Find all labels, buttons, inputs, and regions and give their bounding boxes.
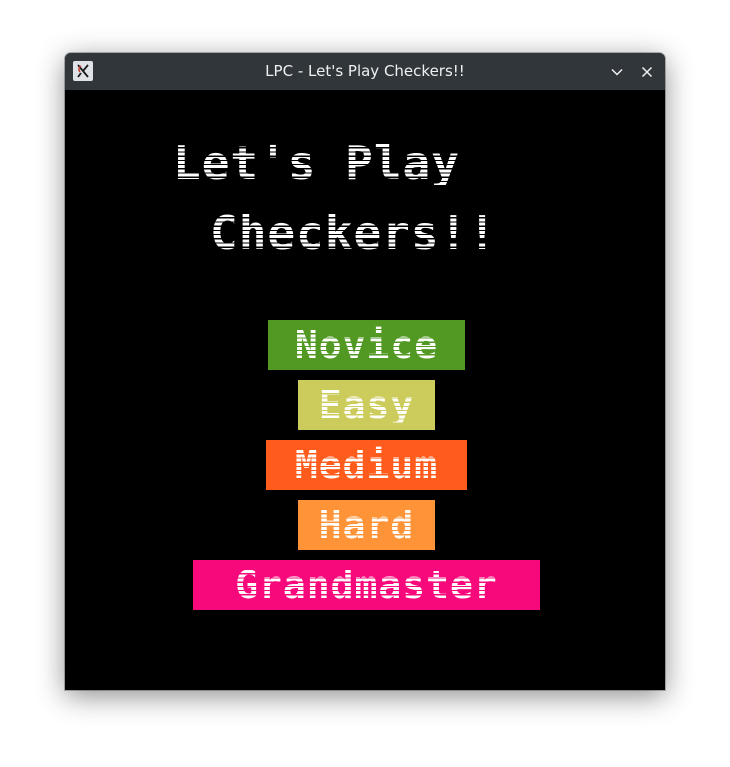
novice-label: Novice [294, 323, 439, 367]
grandmaster-button[interactable]: Grandmaster [193, 560, 540, 610]
window-title: LPC - Let's Play Checkers!! [265, 62, 465, 80]
novice-button[interactable]: Novice [268, 320, 465, 370]
heading-line-2: Checkers!! [210, 206, 497, 260]
game-menu: Let's Play Checkers!! Novice Easy Medium… [65, 90, 665, 690]
medium-label: Medium [294, 443, 439, 487]
hard-label: Hard [318, 503, 415, 547]
easy-button[interactable]: Easy [298, 380, 435, 430]
medium-button[interactable]: Medium [266, 440, 467, 490]
close-icon [641, 66, 653, 78]
close-button[interactable] [637, 62, 657, 82]
heading-line-1: Let's Play [173, 136, 460, 190]
title-bar[interactable]: LPC - Let's Play Checkers!! [65, 53, 665, 90]
app-window: LPC - Let's Play Checkers!! Let's Play C… [65, 53, 665, 690]
easy-label: Easy [318, 383, 415, 427]
chevron-down-icon [611, 68, 623, 76]
grandmaster-label: Grandmaster [235, 563, 498, 607]
minimize-button[interactable] [607, 62, 627, 82]
hard-button[interactable]: Hard [298, 500, 435, 550]
